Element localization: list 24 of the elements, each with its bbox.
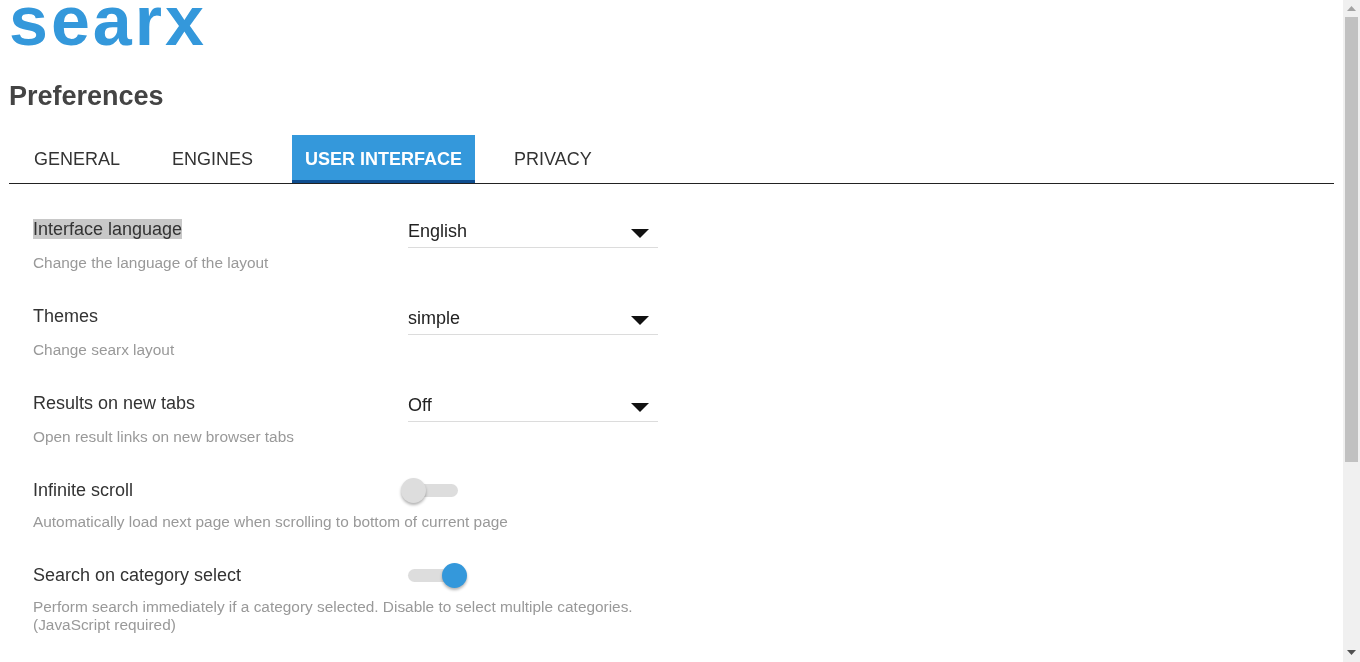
- tab[interactable]: ENGINES: [159, 135, 267, 183]
- setting-description: Automatically load next page when scrolling to bottom of current page: [33, 513, 508, 531]
- scrollbar[interactable]: [1343, 0, 1360, 662]
- setting-label: Interface language: [33, 219, 183, 239]
- dropdown-select[interactable]: simple: [408, 305, 658, 335]
- scroll-down-arrow-icon[interactable]: [1347, 650, 1356, 655]
- setting-label: Results on new tabs: [33, 393, 196, 413]
- setting-label: Search on category select: [33, 565, 242, 585]
- scroll-up-arrow-icon[interactable]: [1347, 6, 1356, 11]
- tab[interactable]: PRIVACY: [501, 135, 605, 183]
- caret-down-icon: [631, 229, 649, 238]
- caret-down-icon: [631, 403, 649, 412]
- page-title: Preferences: [9, 80, 164, 112]
- setting-description: Perform search immediately if a category selected. Disable to select multiple categories. (JavaScript required): [33, 598, 634, 634]
- setting-label: Themes: [33, 306, 99, 326]
- dropdown-select[interactable]: English: [408, 218, 658, 248]
- caret-down-icon: [631, 316, 649, 325]
- setting-description: Change the language of the layout: [33, 254, 269, 272]
- setting-label: Infinite scroll: [33, 480, 134, 500]
- setting-description: Change searx layout: [33, 341, 175, 359]
- setting-description: Open result links on new browser tabs: [33, 428, 294, 446]
- dropdown-select[interactable]: Off: [408, 392, 658, 422]
- tab[interactable]: GENERAL: [21, 135, 134, 183]
- scrollbar-thumb[interactable]: [1345, 17, 1358, 462]
